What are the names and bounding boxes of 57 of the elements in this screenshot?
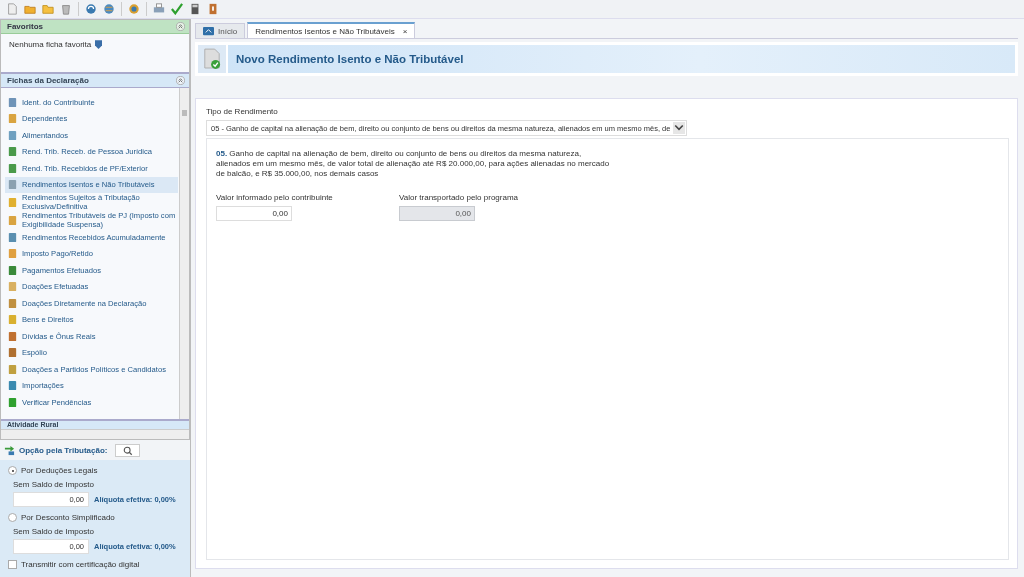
document-icon bbox=[7, 281, 18, 293]
trash-icon[interactable] bbox=[60, 3, 72, 15]
document-icon bbox=[7, 330, 18, 342]
collapse-icon[interactable] bbox=[176, 22, 185, 31]
field-label: Valor transportado pelo programa bbox=[399, 193, 520, 202]
field-label: Tipo de Rendimento bbox=[206, 107, 279, 116]
search-button[interactable] bbox=[115, 444, 141, 457]
document-icon bbox=[7, 380, 18, 392]
document-icon bbox=[7, 297, 18, 309]
taxation-title: Opção pela Tributação: bbox=[19, 446, 108, 455]
folder-icon[interactable] bbox=[42, 3, 54, 15]
checkbox[interactable] bbox=[8, 560, 17, 569]
tab[interactable]: Rendimentos Isentos e Não Tributáveis × bbox=[247, 22, 416, 38]
empty-favorites-text: Nenhuma ficha favorita bbox=[9, 40, 92, 49]
sync-icon[interactable] bbox=[85, 3, 97, 15]
sheets-header[interactable]: Fichas da Declaração bbox=[1, 72, 189, 88]
open-folder-icon[interactable] bbox=[24, 3, 36, 15]
document-icon bbox=[7, 264, 18, 276]
document-icon bbox=[7, 129, 18, 141]
calculator-icon[interactable] bbox=[189, 3, 201, 15]
page-title: Novo Rendimento Isento e Não Tributável bbox=[236, 53, 464, 65]
document-icon bbox=[7, 162, 18, 174]
field-label: Valor informado pelo contribuinte bbox=[216, 193, 334, 202]
shield-icon bbox=[95, 40, 103, 49]
printer-icon[interactable] bbox=[153, 3, 165, 15]
document-icon bbox=[7, 196, 18, 208]
close-tab-button[interactable]: × bbox=[402, 26, 408, 36]
radio-button[interactable] bbox=[8, 513, 17, 522]
radio-button[interactable] bbox=[8, 466, 17, 475]
book-icon[interactable] bbox=[207, 3, 219, 15]
document-icon bbox=[7, 214, 18, 226]
option-sublabel: Sem Saldo de Imposto bbox=[13, 527, 95, 536]
search-icon bbox=[122, 445, 133, 456]
amount-field[interactable]: 0,00 bbox=[216, 206, 292, 221]
option-label[interactable]: Por Deduções Legais bbox=[21, 466, 98, 475]
option-sublabel: Sem Saldo de Imposto bbox=[13, 480, 95, 489]
document-icon bbox=[7, 231, 18, 243]
checkbox-label[interactable]: Transmitir com certificação digital bbox=[21, 560, 140, 569]
document-check-icon bbox=[203, 48, 221, 70]
document-icon bbox=[7, 96, 18, 108]
monitor-icon bbox=[203, 25, 214, 37]
description-text: 05. Ganho de capital na alienação de bem, direito ou conjunto de bens ou direitos da mesma natureza, alienados em um mesmo mês, de valor total de alienação até R$ 20.000,00, para ações alienadas no mercado de balcão, e R$ 35.000,00, nos demais casos bbox=[216, 149, 611, 179]
document-icon bbox=[7, 248, 18, 260]
document-icon bbox=[7, 146, 18, 158]
document-icon bbox=[7, 396, 18, 408]
document-icon bbox=[7, 347, 18, 359]
favorites-header[interactable]: Favoritos bbox=[1, 20, 189, 34]
new-document-icon[interactable] bbox=[6, 3, 18, 15]
check-icon[interactable] bbox=[171, 3, 183, 15]
tab[interactable]: Início bbox=[195, 23, 246, 38]
document-icon bbox=[7, 179, 18, 191]
document-icon bbox=[7, 314, 18, 326]
document-icon bbox=[7, 113, 18, 125]
document-icon bbox=[7, 363, 18, 375]
collapse-icon[interactable] bbox=[176, 76, 185, 85]
option-label[interactable]: Por Desconto Simplificado bbox=[21, 513, 115, 522]
caret-icon bbox=[673, 122, 685, 134]
